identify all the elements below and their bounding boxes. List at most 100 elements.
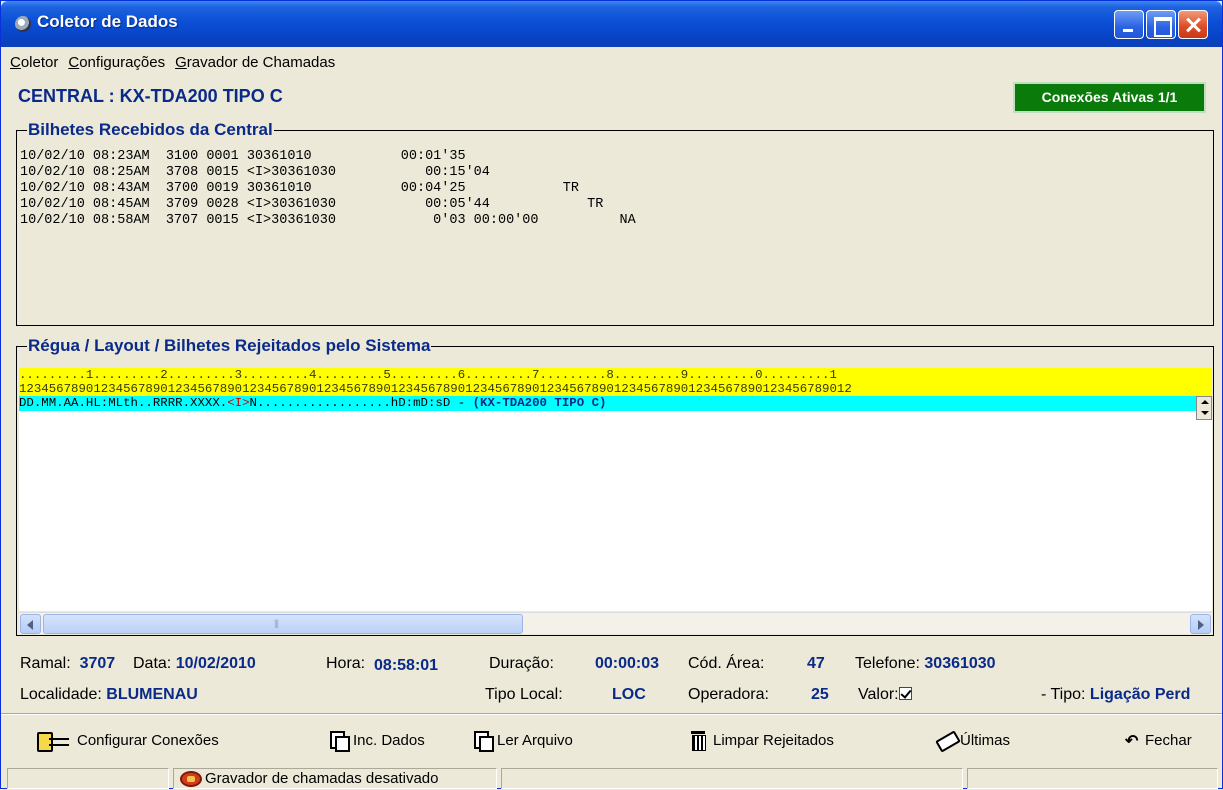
close-button[interactable] — [1178, 10, 1208, 39]
scroll-thumb[interactable] — [43, 614, 523, 634]
layout-fields-end: N..................hD:mD:sD - — [249, 396, 473, 410]
ultimas-button[interactable]: Últimas — [936, 727, 1010, 753]
area-label: Cód. Área: — [688, 655, 765, 672]
ticket-line: 10/02/10 08:23AM 3100 0001 30361010 00:0… — [20, 149, 466, 164]
connections-badge: Conexões Ativas 1/1 — [1013, 82, 1206, 113]
fechar-button[interactable]: ↶ Fechar — [1125, 727, 1192, 753]
status-pane-recorder: Gravador de chamadas desativado — [173, 768, 497, 789]
undo-arrow-icon: ↶ — [1125, 733, 1139, 750]
layout-international-marker: <I> — [227, 396, 250, 410]
layout-fields: DD.MM.AA.HL:MLth..RRRR.XXXX. — [19, 396, 228, 410]
duracao-value: 00:00:03 — [595, 655, 660, 672]
scroll-right-button[interactable] — [1190, 614, 1211, 634]
fechar-label: Fechar — [1145, 731, 1192, 749]
tipo-field: - Tipo: Ligação Perd — [1041, 686, 1222, 704]
telefone-value: 30361030 — [924, 655, 996, 672]
ramal-field: Ramal: 3707 — [20, 655, 115, 673]
ruler-title: Régua / Layout / Bilhetes Rejeitados pel… — [27, 336, 432, 355]
title-bar[interactable]: Coletor de Dados — [1, 1, 1222, 47]
phone-icon — [180, 770, 202, 787]
menu-configuracoes[interactable]: Configurações — [63, 49, 170, 77]
area-field: Cód. Área: — [688, 655, 764, 673]
hora-label: Hora: — [326, 655, 366, 672]
trash-icon — [689, 731, 707, 751]
ler-arquivo-button[interactable]: Ler Arquivo — [473, 727, 573, 753]
ruler-dots-line: .........1.........2.........3.........4… — [19, 368, 837, 382]
ticket-line: 10/02/10 08:58AM 3707 0015 <I>30361030 0… — [20, 213, 636, 228]
data-field: Data: 10/02/2010 — [133, 655, 256, 673]
valor-field: Valor: — [858, 686, 912, 704]
received-tickets-list[interactable]: 10/02/10 08:23AM 3100 0001 30361010 00:0… — [20, 149, 636, 229]
ruler-group: Régua / Layout / Bilhetes Rejeitados pel… — [16, 337, 1214, 636]
operadora-value-field: 25 — [811, 686, 829, 704]
operadora-value: 25 — [811, 686, 829, 703]
data-value: 10/02/2010 — [175, 655, 256, 672]
status-pane-1 — [7, 768, 169, 789]
localidade-value: BLUMENAU — [106, 686, 198, 703]
ramal-value: 3707 — [79, 655, 116, 672]
copy-document-icon — [473, 731, 494, 752]
tipo-label: - Tipo: — [1041, 686, 1086, 703]
area-value-field: 47 — [807, 655, 825, 673]
maximize-button[interactable] — [1146, 10, 1176, 39]
ultimas-label: Últimas — [960, 731, 1011, 749]
ruler-strip: .........1.........2.........3.........4… — [19, 368, 1212, 396]
plug-icon — [37, 731, 71, 752]
tipo-local-field: Tipo Local: — [485, 686, 563, 704]
telefone-field: Telefone: 30361030 — [855, 655, 996, 673]
inc-dados-button[interactable]: Inc. Dados — [329, 727, 425, 753]
layout-line: DD.MM.AA.HL:MLth..RRRR.XXXX.<I>N........… — [19, 396, 1212, 420]
area-value: 47 — [807, 655, 825, 672]
duracao-value-field: 00:00:03 — [595, 655, 659, 673]
copy-document-icon — [329, 731, 350, 752]
menu-coletor[interactable]: Coletor — [5, 49, 63, 77]
localidade-label: Localidade: — [20, 686, 102, 703]
tipo-local-value-field: LOC — [612, 686, 646, 704]
duracao-label: Duração: — [489, 655, 554, 672]
tipo-local-label: Tipo Local: — [485, 686, 563, 703]
ticket-line: 10/02/10 08:43AM 3700 0019 30361010 00:0… — [20, 181, 579, 196]
eraser-icon — [936, 731, 954, 749]
recorder-status-text: Gravador de chamadas desativado — [205, 770, 439, 787]
horizontal-scrollbar[interactable] — [19, 612, 1212, 634]
ticket-line: 10/02/10 08:45AM 3709 0028 <I>30361030 0… — [20, 197, 604, 212]
status-pane-4 — [967, 768, 1218, 789]
ruler-text-area[interactable]: .........1.........2.........3.........4… — [19, 368, 1212, 611]
duracao-field: Duração: — [489, 655, 554, 673]
telefone-label: Telefone: — [855, 655, 920, 672]
tipo-local-value: LOC — [612, 686, 646, 703]
configurar-conexoes-label: Configurar Conexões — [77, 731, 219, 749]
menu-gravador-de-chamadas[interactable]: Gravador de Chamadas — [170, 49, 340, 77]
inc-dados-label: Inc. Dados — [353, 731, 425, 749]
limpar-rejeitados-button[interactable]: Limpar Rejeitados — [689, 727, 834, 753]
app-icon — [15, 16, 31, 32]
menu-bar: Coletor Configurações Gravador de Chamad… — [5, 49, 340, 77]
spin-button[interactable] — [1196, 396, 1212, 420]
tipo-value: Ligação Perd — [1089, 686, 1191, 703]
toolbar-separator — [1, 713, 1222, 715]
received-tickets-group: Bilhetes Recebidos da Central 10/02/10 0… — [16, 121, 1214, 326]
minimize-button[interactable] — [1114, 10, 1144, 39]
hora-value: 08:58:01 — [374, 657, 439, 674]
valor-label: Valor: — [858, 686, 899, 703]
data-label: Data: — [133, 655, 172, 672]
limpar-rejeitados-label: Limpar Rejeitados — [713, 731, 834, 749]
operadora-field: Operadora: — [688, 686, 769, 704]
ramal-label: Ramal: — [20, 655, 71, 672]
ruler-digits-line: 1234567890123456789012345678901234567890… — [19, 382, 852, 396]
scroll-left-button[interactable] — [20, 614, 41, 634]
configurar-conexoes-button[interactable]: Configurar Conexões — [37, 727, 219, 753]
central-label: CENTRAL : KX-TDA200 TIPO C — [18, 86, 283, 106]
status-pane-3 — [501, 768, 963, 789]
status-bar: Gravador de chamadas desativado — [1, 766, 1222, 790]
operadora-label: Operadora: — [688, 686, 769, 703]
window-title: Coletor de Dados — [37, 12, 178, 31]
localidade-field: Localidade: BLUMENAU — [20, 686, 198, 704]
valor-checkbox[interactable] — [898, 687, 912, 700]
received-tickets-title: Bilhetes Recebidos da Central — [27, 120, 274, 139]
layout-pbx-model: (KX-TDA200 TIPO C) — [472, 396, 607, 410]
hora-field: Hora: 08:58:01 — [326, 655, 439, 674]
main-window: Coletor de Dados Coletor Configurações G… — [0, 0, 1223, 789]
ler-arquivo-label: Ler Arquivo — [497, 731, 573, 749]
ticket-line: 10/02/10 08:25AM 3708 0015 <I>30361030 0… — [20, 165, 490, 180]
